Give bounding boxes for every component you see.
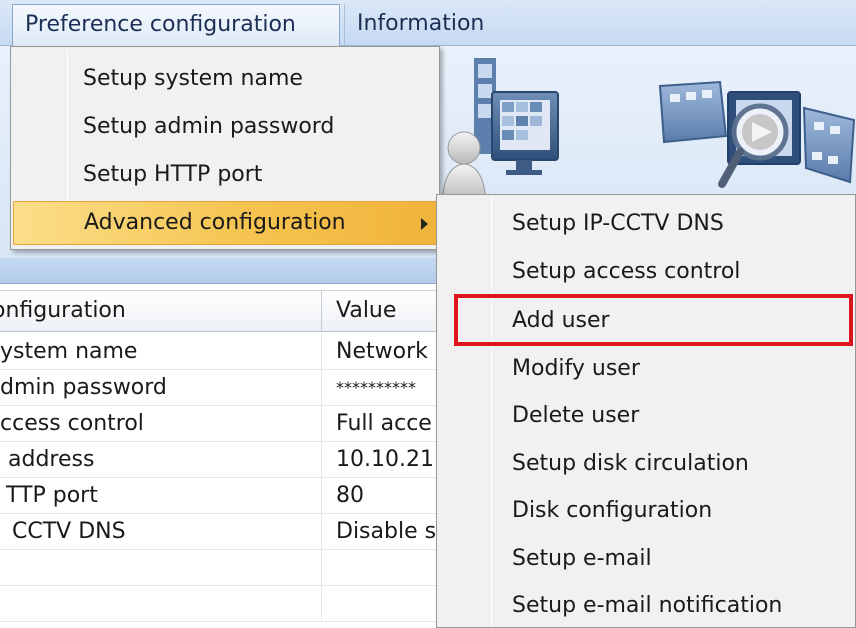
menu-item-setup-ip-cctv-dns[interactable]: Setup IP-CCTV DNS	[439, 201, 855, 247]
menu-item-setup-admin-password[interactable]: Setup admin password	[13, 105, 437, 149]
menu-item-label: Advanced configuration	[84, 210, 346, 235]
menu-item-modify-user[interactable]: Modify user	[439, 346, 855, 392]
table-row[interactable]	[0, 586, 440, 622]
menu-item-setup-system-name[interactable]: Setup system name	[13, 57, 437, 101]
table-cell-name: ystem name	[0, 334, 322, 370]
column-header-configuration[interactable]: onfiguration	[0, 291, 322, 331]
table-cell-name: ccess control	[0, 406, 322, 442]
table-cell-value	[336, 550, 440, 586]
table-row[interactable]: CCTV DNS Disable s	[0, 514, 440, 550]
menu-item-setup-access-control[interactable]: Setup access control	[439, 249, 855, 295]
table-cell-value: **********	[336, 378, 416, 397]
menu-item-advanced-configuration[interactable]: Advanced configuration	[13, 201, 437, 245]
table-cell-name: address	[0, 442, 322, 478]
table-cell-value: Disable s	[336, 519, 437, 544]
table-cell-value	[336, 586, 440, 622]
table-cell-name	[0, 586, 322, 622]
advanced-configuration-submenu: Setup IP-CCTV DNS Setup access control A…	[436, 194, 856, 628]
table-cell-name: TTP port	[0, 478, 322, 514]
menu-item-setup-e-mail[interactable]: Setup e-mail	[439, 536, 855, 582]
preference-dropdown-menu: Setup system name Setup admin password S…	[10, 46, 440, 250]
menu-item-setup-http-port[interactable]: Setup HTTP port	[13, 153, 437, 197]
table-row[interactable]: dmin password **********	[0, 370, 440, 406]
film-magnifier-icon	[656, 72, 856, 202]
menu-preference-configuration[interactable]: Preference configuration	[12, 4, 340, 46]
menu-bar: Preference configuration Information	[0, 0, 856, 46]
table-cell-name	[0, 550, 322, 586]
table-cell-name: CCTV DNS	[0, 514, 322, 550]
menu-item-disk-configuration[interactable]: Disk configuration	[439, 488, 855, 534]
table-cell-value: Full acce	[336, 411, 432, 436]
table-cell-name: dmin password	[0, 370, 322, 406]
table-cell-value: 80	[336, 483, 364, 508]
config-table: onfiguration Value ystem name Network dm…	[0, 284, 440, 628]
table-row[interactable]: TTP port 80	[0, 478, 440, 514]
table-cell-value: 10.10.21	[336, 447, 434, 472]
table-row[interactable]: address 10.10.21	[0, 442, 440, 478]
menu-information[interactable]: Information	[344, 4, 504, 46]
menu-item-delete-user[interactable]: Delete user	[439, 393, 855, 439]
column-header-value[interactable]: Value	[336, 291, 396, 331]
table-row[interactable]: ccess control Full acce	[0, 406, 440, 442]
table-cell-value: Network	[336, 339, 428, 364]
menu-item-setup-disk-circulation[interactable]: Setup disk circulation	[439, 441, 855, 487]
user-monitor-icon	[440, 52, 570, 203]
menu-item-setup-e-mail-notification[interactable]: Setup e-mail notification	[439, 583, 855, 628]
table-row[interactable]: ystem name Network	[0, 334, 440, 370]
table-header: onfiguration Value	[0, 290, 440, 332]
table-row[interactable]	[0, 550, 440, 586]
annotation-highlight-box	[454, 294, 853, 346]
submenu-arrow-icon	[421, 218, 428, 230]
